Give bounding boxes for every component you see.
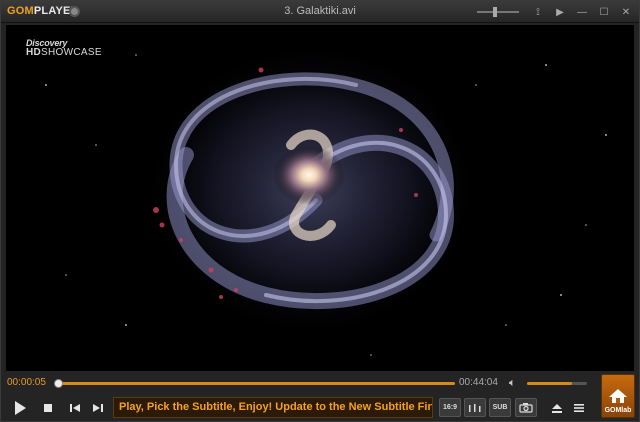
next-icon: [93, 404, 103, 412]
maximize-icon[interactable]: ☐: [595, 4, 613, 20]
volume-slider[interactable]: [527, 382, 587, 385]
play-mode-icon[interactable]: ▶: [551, 4, 569, 20]
player-window: GOMPLAYER 3. Galaktiki.avi ⟟ ▶ — ☐ ✕ Dis…: [0, 0, 640, 422]
current-time: 00:00:05: [7, 377, 46, 388]
brand-hd: HD: [26, 47, 42, 58]
control-row: Play, Pick the Subtitle, Enjoy! Update t…: [1, 374, 639, 421]
aspect-ratio-button[interactable]: 16:9: [439, 398, 461, 417]
previous-icon: [70, 404, 80, 412]
menu-icon: [574, 404, 584, 412]
gomlab-label: GOMlab: [604, 407, 632, 414]
pin-icon[interactable]: ⟟: [529, 4, 547, 20]
close-icon[interactable]: ✕: [617, 4, 635, 20]
galaxy-video-frame: [45, 40, 607, 356]
seek-bar[interactable]: [57, 382, 455, 385]
subtitle-finder-ticker[interactable]: Play, Pick the Subtitle, Enjoy! Update t…: [113, 397, 433, 418]
stop-button[interactable]: [37, 397, 59, 419]
home-icon: [609, 389, 627, 403]
menu-button[interactable]: [568, 397, 590, 419]
equalizer-icon: [469, 403, 481, 412]
brand-hd-showcase: HDSHOWCASE: [26, 48, 102, 58]
channel-watermark: Discovery HDSHOWCASE: [26, 38, 102, 58]
previous-button[interactable]: [64, 397, 86, 419]
volume-level: [527, 382, 572, 385]
stop-icon: [44, 404, 52, 412]
subtitle-button[interactable]: SUB: [489, 398, 511, 417]
total-time: 00:44:04: [459, 377, 498, 388]
title-bar[interactable]: GOMPLAYER 3. Galaktiki.avi ⟟ ▶ — ☐ ✕: [1, 1, 639, 23]
eject-icon: [552, 404, 562, 413]
video-area[interactable]: Discovery HDSHOWCASE: [6, 25, 634, 371]
play-icon: [14, 401, 26, 415]
next-button[interactable]: [87, 397, 109, 419]
brand-showcase: SHOWCASE: [41, 47, 102, 58]
camera-icon: [519, 403, 533, 413]
play-button[interactable]: [9, 397, 31, 419]
screenshot-button[interactable]: [515, 398, 537, 417]
control-panel-button[interactable]: [464, 398, 486, 417]
opacity-slider[interactable]: [477, 7, 519, 17]
minimize-icon[interactable]: —: [573, 4, 591, 20]
gomlab-button[interactable]: GOMlab: [601, 374, 635, 418]
seek-row: 00:00:05 00:44:04 🔈︎: [1, 374, 639, 392]
eject-button[interactable]: [546, 397, 568, 419]
volume-icon[interactable]: 🔈︎: [509, 377, 523, 389]
title-bar-controls: ⟟ ▶ — ☐ ✕: [477, 3, 635, 21]
seek-thumb[interactable]: [53, 379, 63, 388]
